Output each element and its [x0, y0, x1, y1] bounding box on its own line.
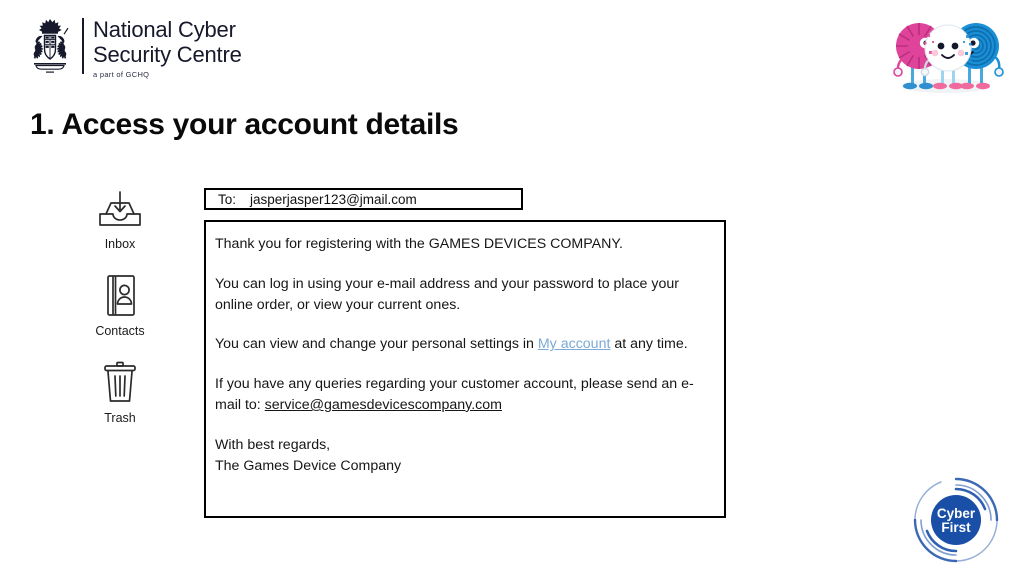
ncsc-subtitle: a part of GCHQ	[93, 70, 150, 79]
settings-text-after: at any time.	[610, 336, 688, 353]
cyber-mascots-illustration-icon	[893, 23, 1004, 93]
email-paragraph-greeting: Thank you for registering with the GAMES…	[215, 236, 623, 252]
service-email-link[interactable]: service@gamesdevicescompany.com	[265, 397, 502, 413]
cyberfirst-logo-icon: Cyber First	[913, 477, 999, 563]
ncsc-logo: National Cyber Security Centre a part of…	[22, 16, 242, 80]
page-title: 1. Access your account details	[30, 108, 459, 141]
sidebar-item-label: Trash	[104, 411, 136, 425]
email-body: Thank you for registering with the GAMES…	[204, 220, 726, 518]
inbox-tray-icon	[99, 191, 141, 226]
email-paragraph-queries: If you have any queries regarding your c…	[215, 374, 708, 416]
email-paragraph-signoff: With best regards, The Games Device Compa…	[215, 435, 708, 477]
cyberfirst-line-1: Cyber	[937, 506, 976, 521]
sidebar-item-inbox[interactable]: Inbox	[72, 190, 168, 251]
email-to-field[interactable]: To: jasperjasper123@jmail.com	[204, 188, 523, 210]
royal-coat-of-arms-crest-icon	[33, 19, 69, 73]
email-paragraph-login: You can log in using your e-mail address…	[215, 275, 679, 313]
my-account-link[interactable]: My account	[538, 336, 611, 352]
cyberfirst-line-2: First	[941, 520, 971, 535]
trash-can-icon	[104, 361, 136, 402]
signoff-line-1: With best regards,	[215, 436, 331, 453]
ncsc-wordmark: National Cyber Security Centre a part of…	[93, 17, 242, 80]
settings-text-before: You can view and change your personal se…	[215, 336, 538, 353]
to-recipient-value: jasperjasper123@jmail.com	[250, 191, 417, 207]
sidebar-item-contacts[interactable]: Contacts	[72, 273, 168, 338]
sidebar-item-trash[interactable]: Trash	[72, 360, 168, 425]
signoff-line-2: The Games Device Company	[215, 457, 402, 474]
sidebar-item-label: Contacts	[95, 324, 145, 338]
email-paragraph-settings: You can view and change your personal se…	[215, 334, 708, 355]
contacts-book-icon	[107, 275, 135, 316]
sidebar-item-label: Inbox	[104, 237, 136, 251]
ncsc-name-line-2: Security Centre	[93, 42, 242, 67]
mail-sidebar: Inbox Contacts Trash	[72, 190, 168, 447]
logo-divider	[82, 18, 84, 74]
ncsc-name-line-1: National Cyber	[93, 17, 236, 42]
to-label: To:	[218, 191, 237, 207]
